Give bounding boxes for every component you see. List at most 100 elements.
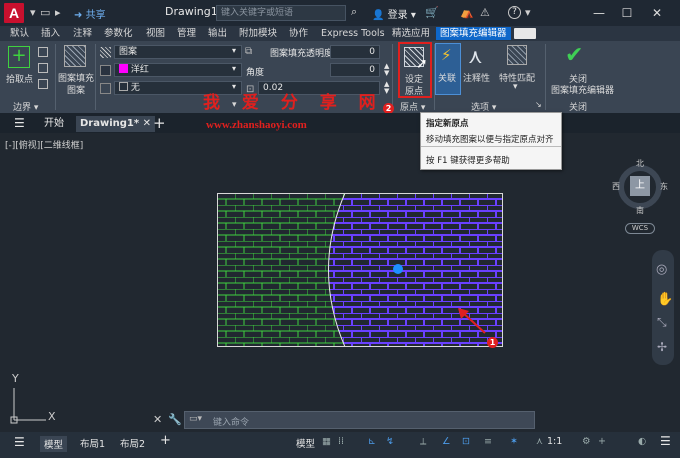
viewcube-north[interactable]: 北 — [636, 158, 644, 169]
tab-addins[interactable]: 附加模块 — [239, 27, 277, 40]
tab-output[interactable]: 输出 — [208, 27, 227, 40]
angle-input[interactable]: 0 — [330, 63, 380, 77]
remove-boundary-icon[interactable] — [38, 63, 48, 73]
wrench-icon[interactable]: 🔧 — [168, 413, 182, 426]
command-input[interactable]: ▭▾ 键入命令 — [184, 411, 535, 429]
autocad-logo[interactable]: A — [4, 3, 24, 23]
chevron-down-icon[interactable]: ▾ — [513, 82, 518, 92]
match-properties-icon[interactable] — [507, 45, 527, 65]
add-layout-icon[interactable]: + — [160, 433, 171, 448]
close-cmd-icon[interactable]: ✕ — [153, 413, 162, 426]
boundary-panel-label[interactable]: 边界 ▾ — [13, 100, 38, 113]
panel-divider — [545, 44, 546, 110]
annotative-icon[interactable]: ⋏ — [468, 44, 483, 68]
tab-default[interactable]: 默认 — [10, 27, 29, 40]
scale-spinner-icon[interactable]: ▲ ▼ — [384, 81, 389, 95]
gear-icon[interactable]: ⚙ — [582, 436, 591, 447]
close-tab-icon[interactable]: ✕ — [143, 118, 151, 129]
ortho-icon[interactable]: ⊾ — [368, 436, 376, 447]
annotation-scale[interactable]: 1:1 — [547, 436, 562, 447]
add-tab-icon[interactable]: + — [153, 114, 166, 132]
tab-view[interactable]: 视图 — [146, 27, 165, 40]
ribbon-toggle-icon[interactable] — [514, 28, 536, 39]
hamburger-menu-icon[interactable]: ☰ — [14, 435, 25, 449]
angle-spinner-icon[interactable]: ▲ ▼ — [384, 63, 389, 77]
hatch-pattern-icon[interactable] — [64, 45, 86, 67]
select-boundary-icon[interactable] — [38, 47, 48, 57]
wcs-menu[interactable]: WCS — [625, 223, 655, 234]
tab-start[interactable]: 开始 — [40, 116, 68, 132]
orbit-icon[interactable]: ✢ — [657, 340, 667, 354]
close-editor-label-2[interactable]: 图案填充编辑器 — [551, 83, 614, 96]
polar-icon[interactable]: ↯ — [386, 436, 394, 447]
share-icon: ➜ — [74, 10, 83, 21]
tab-layout1[interactable]: 布局1 — [80, 436, 105, 450]
viewcube-west[interactable]: 西 — [612, 181, 620, 192]
annotative-label[interactable]: 注释性 — [463, 71, 490, 84]
cart-icon[interactable]: 🛒 — [425, 6, 439, 19]
viewcube-top-face[interactable]: 上 — [630, 176, 650, 196]
recreate-boundary-icon[interactable] — [38, 79, 48, 89]
set-origin-label-2[interactable]: 原点 — [405, 84, 423, 97]
tab-layout2[interactable]: 布局2 — [120, 436, 145, 450]
share-button[interactable]: ➜ 共享 — [74, 6, 106, 21]
dialog-launcher-icon[interactable]: ↘ — [535, 100, 542, 109]
transparency-input[interactable]: 0 — [330, 45, 380, 59]
snap-icon[interactable]: ⁞⁞ — [338, 436, 344, 447]
search-icon[interactable]: ⌕ — [351, 5, 357, 19]
hatch-grip[interactable] — [393, 264, 403, 274]
plus-icon[interactable]: + — [598, 436, 606, 447]
tab-drawing1[interactable]: Drawing1* ✕ — [76, 116, 155, 132]
osnap-tracking-icon[interactable]: ∠ — [442, 436, 451, 447]
tab-annotate[interactable]: 注释 — [73, 27, 92, 40]
pattern-type-select[interactable]: 图案 — [114, 45, 242, 59]
tab-collaborate[interactable]: 协作 — [289, 27, 308, 40]
viewport-controls[interactable]: [-][俯视][二维线框] — [5, 138, 83, 151]
model-space-button[interactable]: 模型 — [296, 436, 315, 450]
tab-parametric[interactable]: 参数化 — [104, 27, 133, 40]
tab-insert[interactable]: 插入 — [41, 27, 60, 40]
maximize-button[interactable]: ☐ — [614, 4, 640, 22]
viewcube-east[interactable]: 东 — [660, 181, 668, 192]
tab-hatch-editor[interactable]: 图案填充编辑器 — [436, 27, 511, 40]
isolate-icon[interactable]: ◐ — [638, 436, 646, 447]
hatch-color-select[interactable]: 洋红 — [114, 63, 242, 77]
osnap-icon[interactable]: ⊡ — [462, 436, 470, 447]
tooltip-divider — [421, 146, 561, 147]
grid-icon[interactable]: ▦ — [322, 436, 331, 447]
lineweight-icon[interactable]: ≡ — [484, 436, 492, 447]
checkmark-icon[interactable]: ✔ — [565, 43, 583, 68]
new-file-icon[interactable]: ▭ — [40, 6, 50, 19]
connect-icon[interactable]: ⚠ — [480, 6, 490, 19]
minimize-button[interactable]: — — [586, 4, 612, 22]
a360-icon[interactable]: ⛺ — [460, 6, 474, 19]
tab-manage[interactable]: 管理 — [177, 27, 196, 40]
pan-icon[interactable]: ✋ — [657, 292, 673, 307]
user-icon: 👤 — [372, 10, 385, 21]
login-button[interactable]: 👤 登录 ▾ — [372, 6, 416, 21]
dropdown-arrow-icon[interactable]: ▾ — [30, 6, 36, 19]
isodraft-icon[interactable]: ⟂ — [420, 436, 426, 447]
viewcube-south[interactable]: 南 — [636, 205, 644, 216]
customize-icon[interactable]: ☰ — [660, 434, 671, 448]
annotation-visibility-icon[interactable]: ✶ — [510, 436, 518, 447]
search-input[interactable]: 键入关键字或短语 — [216, 5, 346, 21]
command-history-icon[interactable]: ▭▾ — [189, 414, 202, 424]
tooltip-help: 按 F1 键获得更多帮助 — [426, 156, 510, 166]
open-file-icon[interactable]: ▸ — [55, 6, 61, 19]
zoom-icon[interactable]: ⤡ — [657, 315, 667, 330]
watermark-url: www.zhanshaoyi.com — [206, 119, 307, 131]
pick-points-icon[interactable]: + — [8, 46, 30, 68]
close-window-button[interactable]: ✕ — [644, 4, 670, 22]
tab-featured-apps[interactable]: 精选应用 — [392, 27, 430, 40]
autoscale-icon[interactable]: ⋏ — [536, 436, 543, 447]
pick-points-label[interactable]: 拾取点 — [6, 72, 33, 85]
steering-wheel-icon[interactable]: ◎ — [656, 262, 667, 277]
tooltip-description: 移动填充图案以便与指定原点对齐 — [426, 135, 554, 145]
chevron-down-icon[interactable]: ▾ — [525, 6, 531, 19]
tab-model[interactable]: 模型 — [40, 436, 68, 452]
tab-express-tools[interactable]: Express Tools — [321, 27, 385, 40]
set-origin-tooltip: 指定新原点 移动填充图案以便与指定原点对齐 按 F1 键获得更多帮助 — [420, 112, 562, 170]
hamburger-menu-icon[interactable]: ☰ — [14, 116, 25, 130]
help-icon[interactable]: ? — [508, 6, 521, 19]
